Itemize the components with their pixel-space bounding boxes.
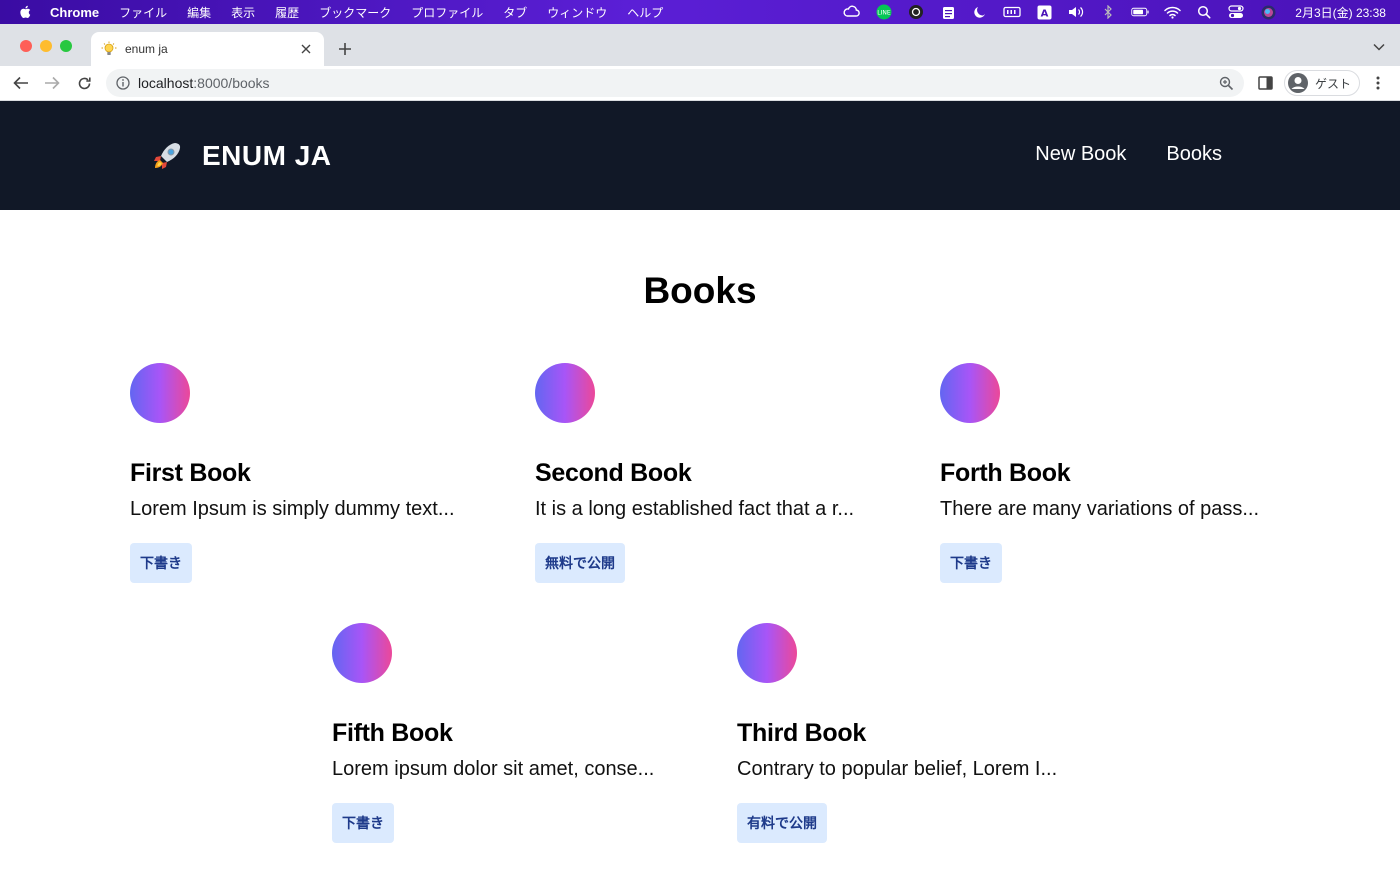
menu-window[interactable]: ウィンドウ — [547, 4, 607, 21]
input-method-icon[interactable]: A — [1035, 5, 1053, 19]
site-brand: ENUM JA — [202, 140, 332, 171]
menu-edit[interactable]: 編集 — [187, 4, 211, 21]
side-panel-icon[interactable] — [1257, 75, 1273, 91]
status-badge: 下書き — [130, 543, 192, 583]
menubar-app-name[interactable]: Chrome — [50, 5, 99, 20]
status-badge: 無料で公開 — [535, 543, 625, 583]
status-badge: 有料で公開 — [737, 803, 827, 843]
window-minimize-button[interactable] — [40, 40, 52, 52]
tab-close-icon[interactable] — [298, 41, 314, 57]
book-cover — [535, 363, 595, 423]
book-description: Lorem Ipsum is simply dummy text... — [130, 498, 455, 520]
more-menu-icon[interactable] — [1371, 75, 1385, 91]
book-cover — [940, 363, 1000, 423]
book-description: It is a long established fact that a r..… — [535, 498, 855, 520]
search-icon[interactable] — [1195, 5, 1213, 19]
book-description: Contrary to popular belief, Lorem I... — [737, 758, 1058, 780]
forward-arrow-icon[interactable] — [43, 74, 61, 92]
book-card[interactable]: Fifth Book Lorem ipsum dolor sit amet, c… — [332, 623, 692, 843]
rocket-icon — [150, 139, 184, 173]
volume-icon[interactable] — [1067, 5, 1085, 19]
url-text[interactable]: localhost:8000/books — [138, 75, 270, 91]
book-card[interactable]: First Book Lorem Ipsum is simply dummy t… — [130, 363, 490, 583]
menu-file[interactable]: ファイル — [119, 4, 167, 21]
book-card[interactable]: Second Book It is a long established fac… — [535, 363, 895, 583]
menu-help[interactable]: ヘルプ — [627, 4, 663, 21]
guest-avatar-icon — [1287, 72, 1309, 94]
book-title[interactable]: Third Book — [737, 719, 1097, 748]
menubar-clock[interactable]: 2月3日(金) 23:38 — [1295, 4, 1386, 21]
menu-history[interactable]: 履歴 — [275, 4, 299, 21]
site-info-icon[interactable] — [116, 76, 130, 90]
book-title[interactable]: Fifth Book — [332, 719, 692, 748]
menu-profiles[interactable]: プロファイル — [411, 4, 483, 21]
book-description: Lorem ipsum dolor sit amet, conse... — [332, 758, 655, 780]
apple-icon[interactable] — [18, 5, 32, 19]
nav-new-book-link[interactable]: New Book — [1035, 143, 1126, 166]
lightbulb-icon — [101, 41, 117, 57]
bluetooth-icon[interactable] — [1099, 5, 1117, 19]
book-description: There are many variations of pass... — [940, 498, 1260, 520]
svg-text:LINE: LINE — [878, 10, 892, 17]
tab-title: enum ja — [125, 42, 168, 56]
wifi-icon[interactable] — [1163, 5, 1181, 19]
browser-tab-strip: enum ja — [0, 24, 1400, 66]
url-host: localhost — [138, 75, 194, 91]
cloud-icon[interactable] — [843, 5, 861, 19]
site-nav: New Book Books — [1035, 143, 1222, 166]
book-cover — [130, 363, 190, 423]
site-header: ENUM JA New Book Books — [0, 101, 1400, 210]
tab-search-chevron-icon[interactable] — [1372, 40, 1386, 54]
book-title[interactable]: Second Book — [535, 459, 895, 488]
reload-icon[interactable] — [75, 74, 93, 92]
browser-toolbar: localhost:8000/books ゲスト — [0, 66, 1400, 101]
book-card[interactable]: Forth Book There are many variations of … — [940, 363, 1300, 583]
new-tab-button[interactable] — [335, 39, 355, 59]
macos-menubar: Chrome ファイル 編集 表示 履歴 ブックマーク プロファイル タブ ウィ… — [0, 0, 1400, 24]
battery-icon[interactable] — [1131, 5, 1149, 19]
status-badge: 下書き — [332, 803, 394, 843]
profile-name: ゲスト — [1315, 76, 1352, 91]
menu-view[interactable]: 表示 — [231, 4, 255, 21]
address-bar[interactable]: localhost:8000/books — [106, 69, 1244, 97]
window-close-button[interactable] — [20, 40, 32, 52]
control-center-icon[interactable] — [1227, 5, 1245, 19]
menu-bookmarks[interactable]: ブックマーク — [319, 4, 391, 21]
window-zoom-button[interactable] — [60, 40, 72, 52]
url-path: :8000/books — [193, 75, 270, 91]
book-title[interactable]: Forth Book — [940, 459, 1300, 488]
moon-icon[interactable] — [971, 5, 989, 19]
book-cover — [332, 623, 392, 683]
book-title[interactable]: First Book — [130, 459, 490, 488]
clipboard-icon[interactable] — [939, 5, 957, 19]
svg-text:A: A — [1040, 8, 1048, 19]
status-badge: 下書き — [940, 543, 1002, 583]
site-logo[interactable]: ENUM JA — [150, 139, 332, 173]
line-app-icon[interactable]: LINE — [875, 4, 893, 20]
book-cover — [737, 623, 797, 683]
browser-tab-active[interactable]: enum ja — [91, 32, 324, 66]
memory-icon[interactable] — [1003, 5, 1021, 19]
page-title: Books — [643, 270, 757, 311]
nav-books-link[interactable]: Books — [1166, 143, 1222, 166]
menu-tab[interactable]: タブ — [503, 4, 527, 21]
profile-button[interactable]: ゲスト — [1284, 70, 1360, 96]
book-card[interactable]: Third Book Contrary to popular belief, L… — [737, 623, 1097, 843]
siri-icon[interactable] — [1259, 5, 1277, 19]
zoom-icon[interactable] — [1218, 75, 1234, 91]
back-arrow-icon[interactable] — [12, 74, 30, 92]
circle-app-icon[interactable] — [907, 5, 925, 19]
